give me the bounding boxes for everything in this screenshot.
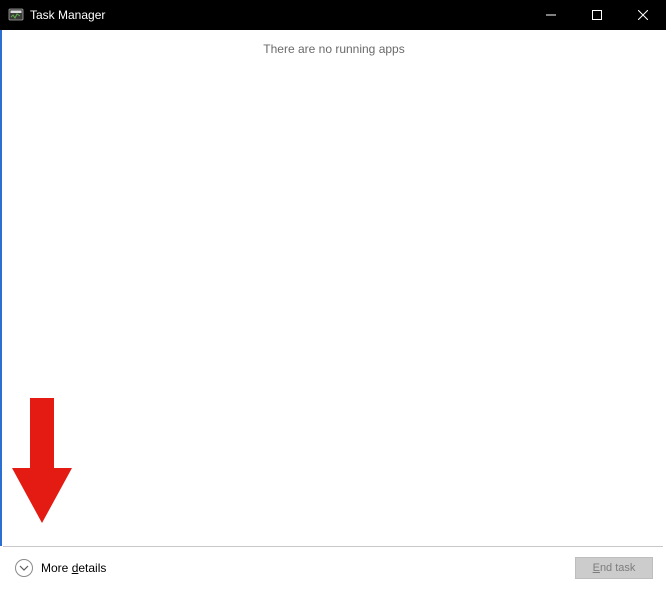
chevron-down-icon <box>15 559 33 577</box>
titlebar[interactable]: Task Manager <box>0 0 666 30</box>
maximize-button[interactable] <box>574 0 620 30</box>
window-title: Task Manager <box>30 8 105 22</box>
footer: More details End task <box>3 547 663 589</box>
end-task-button[interactable]: End task <box>575 557 653 579</box>
process-list-area: There are no running apps <box>0 30 666 546</box>
more-details-toggle[interactable]: More details <box>15 559 106 577</box>
window-controls <box>528 0 666 30</box>
minimize-button[interactable] <box>528 0 574 30</box>
more-details-label: More details <box>41 561 106 575</box>
task-manager-icon <box>8 7 24 23</box>
close-button[interactable] <box>620 0 666 30</box>
empty-state-message: There are no running apps <box>2 42 666 56</box>
